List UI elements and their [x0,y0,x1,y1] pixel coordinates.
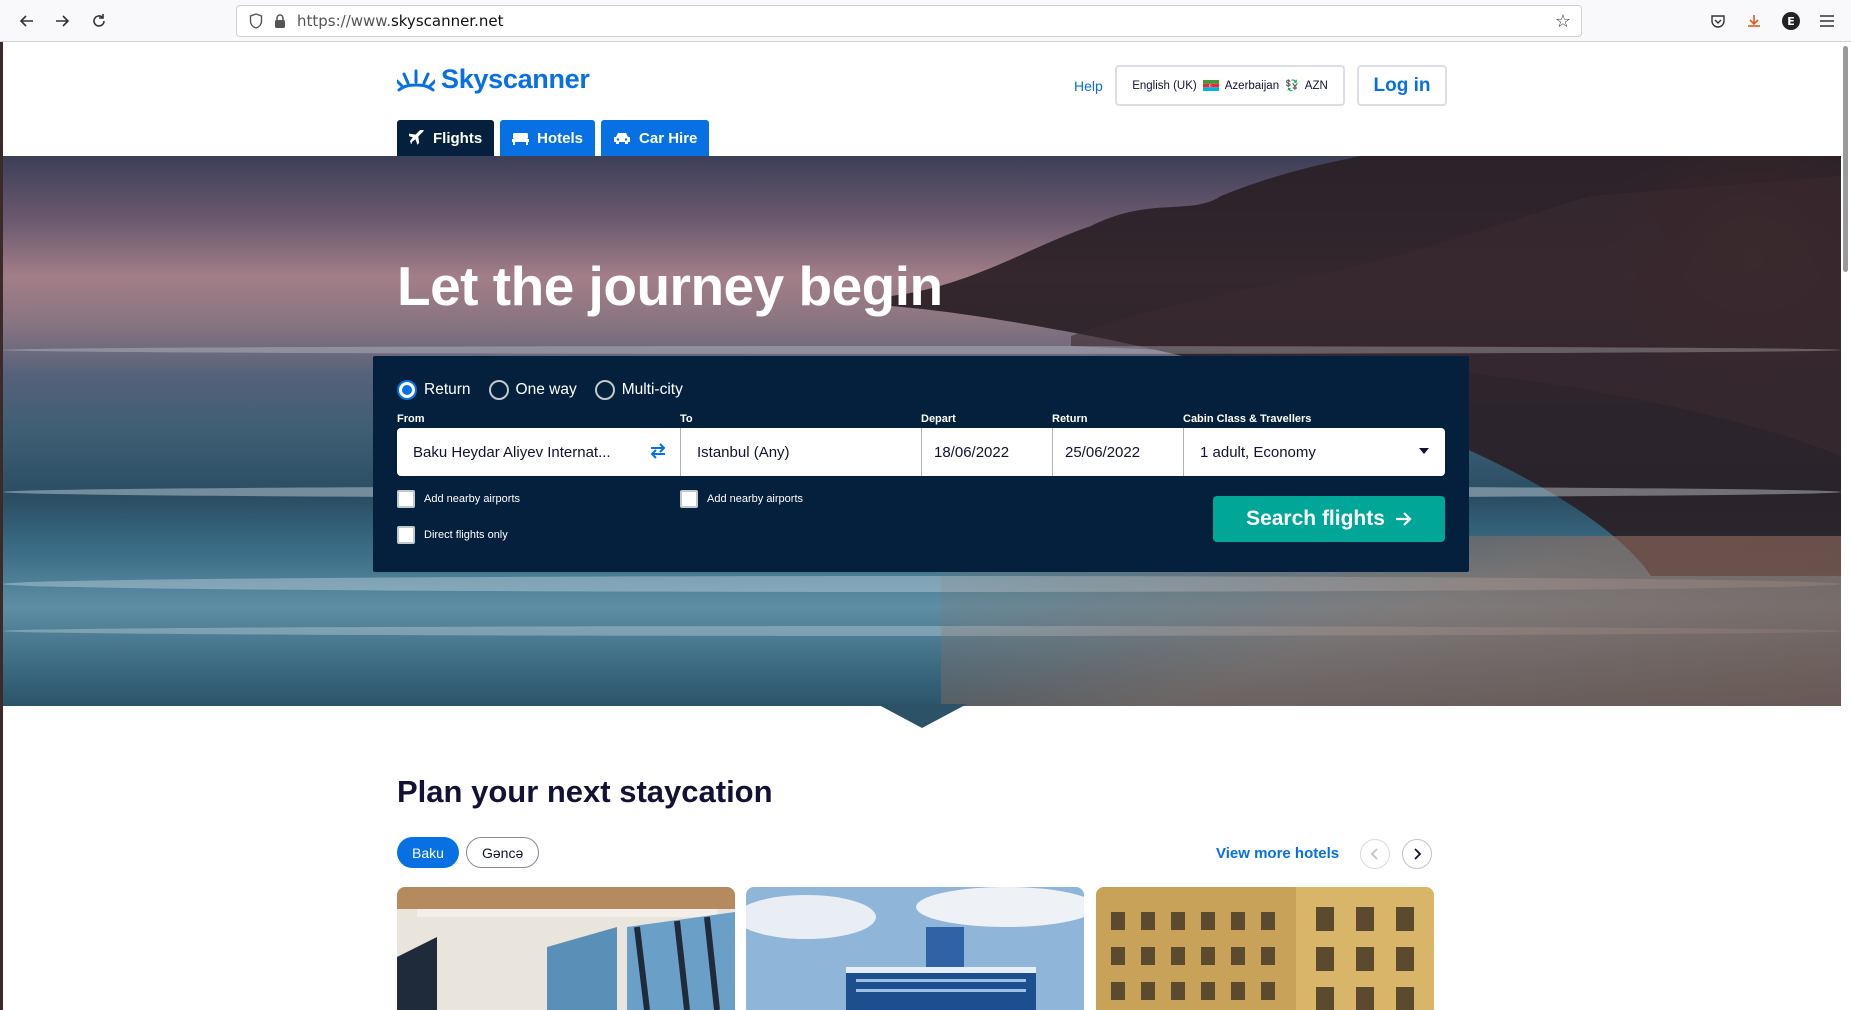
chevron-right-icon [1414,848,1422,860]
radio-circle[interactable] [594,380,615,400]
carousel-prev-button[interactable] [1360,839,1390,869]
azerbaijan-flag-icon [1202,80,1219,91]
trip-type-multi-city-radio[interactable]: Multi-city [594,380,683,400]
forward-arrow-icon[interactable] [49,8,75,34]
locale-selector-button[interactable]: English (UK) Azerbaijan 💱 AZN [1115,65,1345,106]
trip-type-one-way-radio[interactable]: One way [488,380,577,400]
cabin-label: Cabin Class & Travellers [1183,413,1312,425]
carousel-next-button[interactable] [1402,839,1432,869]
hotel-card-image[interactable] [746,887,1084,1010]
checkbox[interactable] [680,490,698,508]
hotel-card-image[interactable] [397,887,735,1010]
car-icon [614,132,631,144]
currency-icon: 💱 [1285,80,1299,92]
download-icon[interactable] [1742,9,1766,33]
to-input[interactable]: Istanbul (Any) [680,428,921,476]
direct-flights-checkbox[interactable]: Direct flights only [397,526,508,544]
view-more-hotels-link[interactable]: View more hotels [1216,845,1339,862]
url-text: https://www.skyscanner.net [297,12,504,30]
tab-hotels[interactable]: Hotels [500,120,596,156]
pocket-icon[interactable] [1706,9,1730,33]
address-bar[interactable]: https://www.skyscanner.net ☆ [236,5,1582,37]
country-label: Azerbaijan [1224,79,1280,92]
chevron-down-icon [1419,448,1429,454]
currency-label: AZN [1304,79,1328,92]
from-label: From [397,413,425,425]
checkbox[interactable] [397,526,415,544]
from-input[interactable]: Baku Heydar Aliyev Internat... [397,428,680,476]
hotel-card-image[interactable] [1096,887,1434,1010]
wave-foam [3,346,1841,354]
city-chip-baku[interactable]: Baku [397,837,459,868]
language-label: English (UK) [1132,79,1197,92]
return-date-input[interactable]: 25/06/2022 [1052,428,1183,476]
site-header: Skyscanner Help English (UK) Azerbaijan … [3,42,1841,156]
back-arrow-icon[interactable] [14,8,40,34]
nearby-from-checkbox[interactable]: Add nearby airports [397,490,520,508]
login-button[interactable]: Log in [1357,65,1447,106]
skyscanner-logo[interactable]: Skyscanner [397,64,590,95]
bookmark-star-icon[interactable]: ☆ [1555,11,1571,32]
plane-icon [409,130,424,145]
account-avatar-icon[interactable]: E [1779,9,1803,33]
tab-flights[interactable]: Flights [397,120,495,156]
nearby-to-checkbox[interactable]: Add nearby airports [680,490,803,508]
hilton-hotel-image [746,887,1084,1010]
menu-icon[interactable] [1815,9,1839,33]
hero-title: Let the journey begin [397,255,943,317]
radio-circle[interactable] [397,380,417,400]
staycation-title: Plan your next staycation [397,774,773,809]
hotel-interior-image [397,887,735,1010]
bed-icon [512,133,530,145]
trip-type-options: Return One way Multi-city [397,380,683,400]
sunrise-logo-icon [397,69,435,91]
page-scrollbar[interactable] [1841,42,1851,1010]
search-flights-button[interactable]: Search flights [1213,496,1445,542]
depart-date-input[interactable]: 18/06/2022 [921,428,1052,476]
hotel-facade-image [1096,887,1434,1010]
reload-icon[interactable] [86,8,112,34]
hero-notch [877,704,967,728]
radio-circle[interactable] [488,380,509,400]
chevron-left-icon [1370,848,1378,860]
help-link[interactable]: Help [1074,78,1103,94]
browser-toolbar: https://www.skyscanner.net ☆ E [0,0,1851,42]
cabin-travellers-select[interactable]: 1 adult, Economy [1183,428,1445,476]
lock-icon[interactable] [273,13,287,33]
product-tabs: Flights Hotels Car Hire [397,120,710,156]
checkbox[interactable] [397,490,415,508]
swap-airports-icon[interactable] [649,443,667,463]
to-label: To [680,413,693,425]
return-label: Return [1052,413,1088,425]
depart-label: Depart [921,413,956,425]
city-chip-gence[interactable]: Gəncə [466,837,540,868]
scrollbar-thumb[interactable] [1843,46,1848,272]
flight-search-panel: Return One way Multi-city From To Depart… [373,356,1469,572]
shield-icon[interactable] [249,13,263,33]
arrow-right-icon [1395,512,1412,526]
tab-car-hire[interactable]: Car Hire [601,120,710,156]
trip-type-return-radio[interactable]: Return [397,380,471,400]
